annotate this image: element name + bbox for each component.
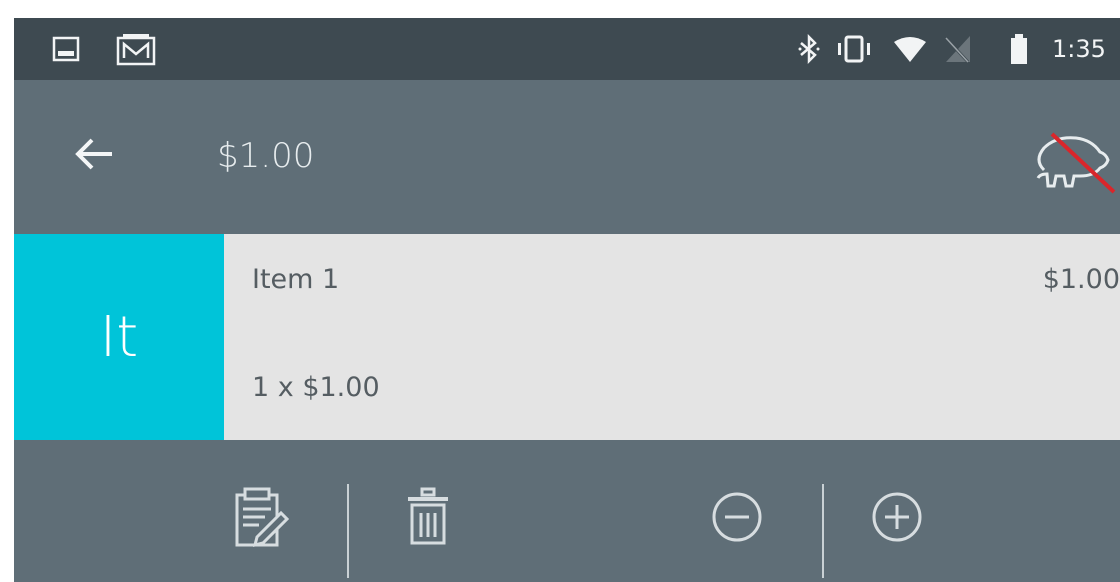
divider <box>822 484 824 578</box>
image-icon <box>52 18 80 80</box>
arrow-left-icon <box>75 138 112 170</box>
item-name: Item 1 <box>252 264 340 295</box>
piggy-bank-crossed-icon <box>1036 132 1116 194</box>
vibrate-icon <box>834 18 874 80</box>
back-button[interactable] <box>64 124 124 184</box>
delete-item-button[interactable] <box>393 482 463 552</box>
edit-note-icon <box>235 487 289 548</box>
increase-quantity-button[interactable] <box>862 482 932 552</box>
item-price: $1.00 <box>1042 264 1120 295</box>
wifi-icon <box>892 18 928 80</box>
app-screen: 1:35 $1.00 It Item 1 $1.00 1 x $1.00 <box>14 18 1120 582</box>
item-avatar: It <box>14 234 224 440</box>
item-quantity-line: 1 x $1.00 <box>252 372 380 403</box>
no-signal-icon <box>942 18 972 80</box>
trash-icon <box>408 487 448 545</box>
decrease-quantity-button[interactable] <box>702 482 772 552</box>
edit-item-button[interactable] <box>224 482 294 552</box>
cart-item-row[interactable]: It Item 1 $1.00 1 x $1.00 <box>14 234 1120 440</box>
app-toolbar: $1.00 <box>14 80 1120 234</box>
status-bar: 1:35 <box>14 18 1120 80</box>
status-time: 1:35 <box>1052 35 1106 63</box>
minus-circle-icon <box>712 492 762 542</box>
item-action-bar <box>14 440 1120 582</box>
bluetooth-icon <box>798 18 820 80</box>
piggy-bank-toggle-button[interactable] <box>1014 130 1120 194</box>
battery-icon <box>1008 18 1030 80</box>
divider <box>347 484 349 578</box>
item-avatar-text: It <box>99 304 139 370</box>
gmail-icon <box>116 18 156 80</box>
plus-circle-icon <box>872 492 922 542</box>
order-total-title: $1.00 <box>217 136 315 176</box>
